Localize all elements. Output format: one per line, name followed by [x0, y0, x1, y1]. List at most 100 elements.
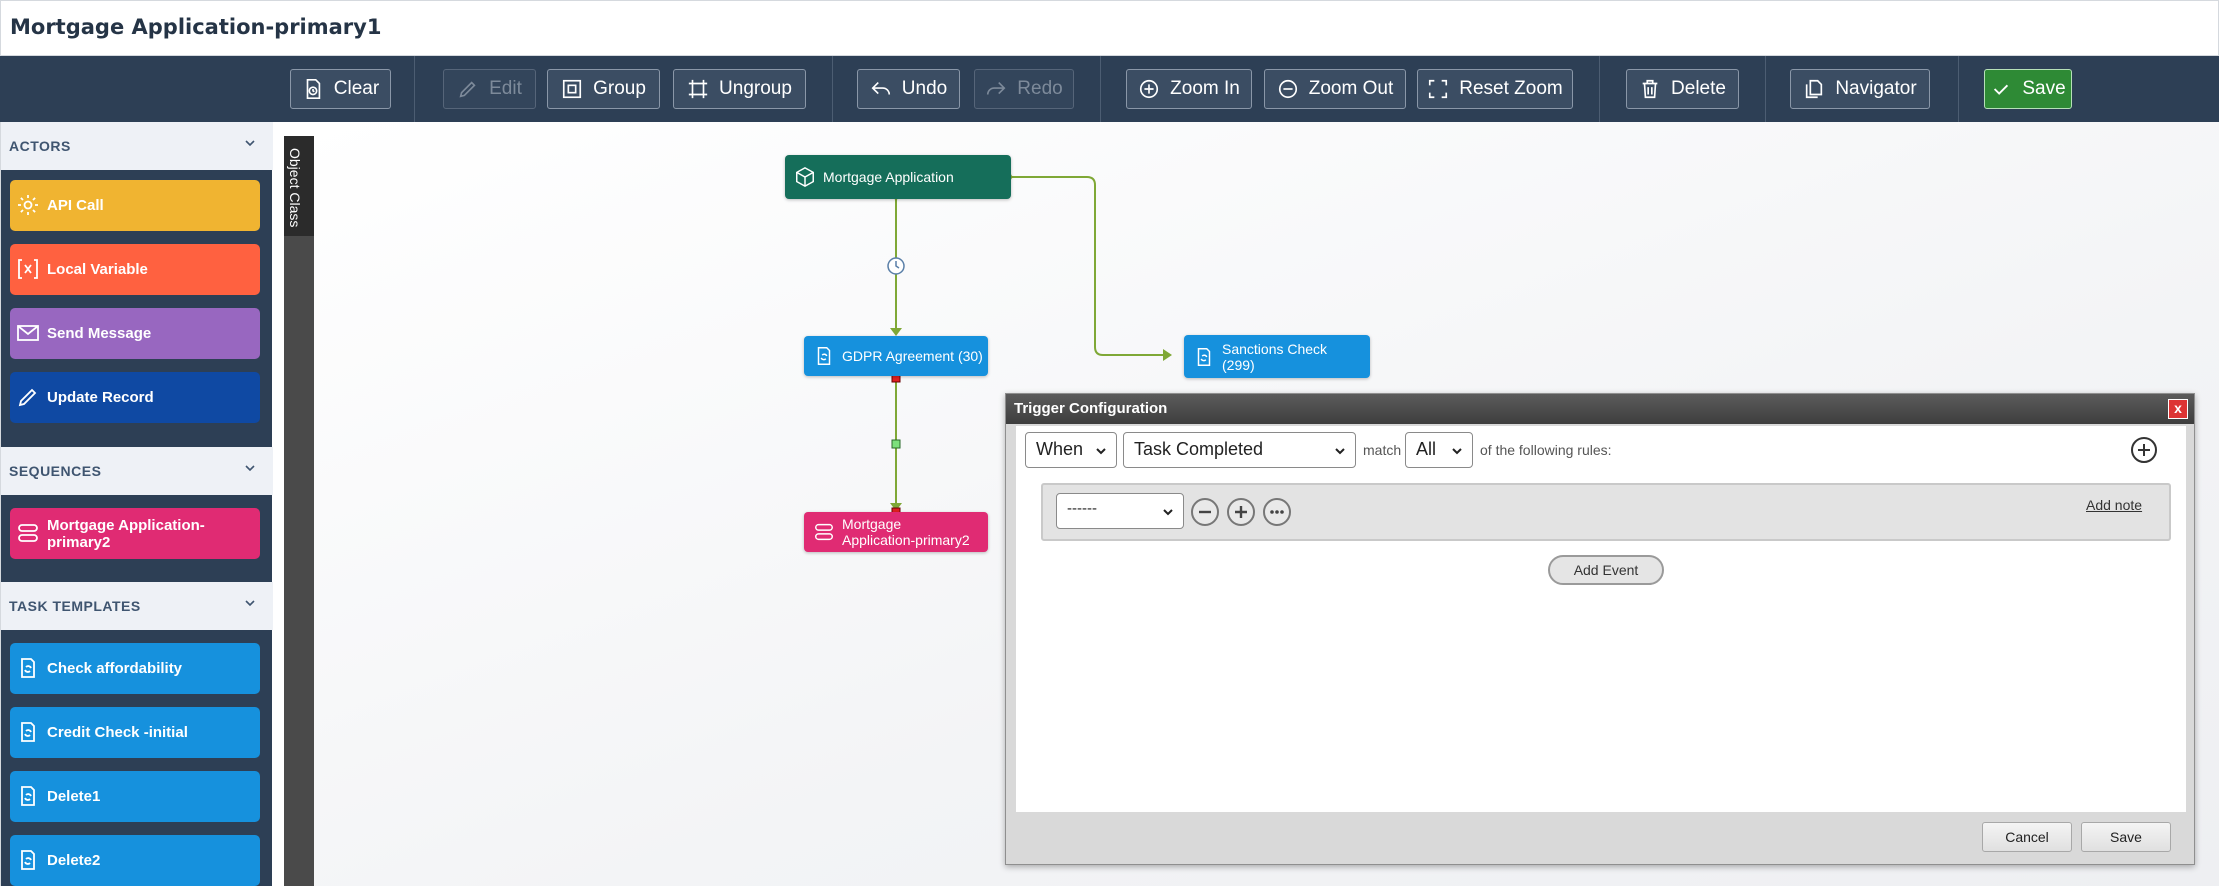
midpoint-handle[interactable] — [891, 439, 901, 449]
when-select-value: When — [1036, 439, 1084, 459]
zoom-in-button[interactable]: Zoom In — [1126, 69, 1252, 109]
save-button[interactable]: Save — [1984, 69, 2072, 109]
actor-api-call-label: API Call — [47, 197, 104, 214]
chevron-down-icon — [1163, 509, 1173, 516]
node-label-line1: Sanctions Check — [1222, 340, 1328, 357]
rule-select-value: ------ — [1067, 500, 1097, 517]
rule-select[interactable]: ------ — [1056, 493, 1184, 529]
task-cycle-icon — [817, 347, 831, 365]
task-check-affordability[interactable]: Check affordability — [10, 643, 260, 694]
task-label: Delete1 — [47, 788, 101, 805]
node-gdpr-agreement[interactable]: GDPR Agreement (30) — [804, 336, 988, 376]
sequence-mortgage-application-primary2[interactable]: Mortgage Application-primary2 — [10, 508, 260, 559]
toolbar: Clear Edit Group Ungroup Undo Redo Zoom … — [0, 56, 2219, 122]
dialog-header[interactable]: Trigger Configuration — [1006, 394, 2194, 424]
actor-api-call[interactable]: API Call — [10, 180, 260, 231]
task-delete2[interactable]: Delete2 — [10, 835, 260, 886]
navigator-label: Navigator — [1835, 78, 1917, 99]
edge-arrowhead — [890, 328, 902, 336]
chevron-down-icon — [245, 465, 255, 472]
actor-send-message[interactable]: Send Message — [10, 308, 260, 359]
dialog-body: When Task Completed match All of the fol… — [1016, 426, 2186, 812]
node-label: Mortgage Application — [823, 169, 954, 185]
actor-local-variable-label: Local Variable — [47, 261, 148, 278]
minus-icon — [1199, 510, 1211, 514]
redo-button[interactable]: Redo — [974, 69, 1074, 109]
actors-section-header[interactable]: ACTORS — [1, 122, 273, 170]
zoom-out-icon — [1278, 79, 1297, 99]
save-label: Save — [2022, 78, 2066, 99]
close-icon[interactable]: x — [2168, 399, 2188, 419]
edge-start-sanctions[interactable] — [1008, 176, 1169, 356]
node-label: Sanctions Check (299) — [1222, 341, 1327, 373]
task-cycle-icon — [1197, 347, 1211, 366]
undo-button[interactable]: Undo — [857, 69, 960, 109]
envelope-icon — [17, 325, 39, 341]
navigator-button[interactable]: Navigator — [1790, 69, 1930, 109]
event-select[interactable]: Task Completed — [1123, 432, 1356, 468]
when-select[interactable]: When — [1025, 432, 1117, 468]
clear-button[interactable]: Clear — [290, 69, 391, 109]
object-class-label: Object Class — [287, 148, 303, 228]
task-credit-check-initial[interactable]: Credit Check -initial — [10, 707, 260, 758]
ellipsis-icon — [1270, 510, 1284, 514]
chevron-down-icon — [1096, 448, 1106, 455]
more-options-button[interactable] — [1263, 498, 1291, 526]
edit-button[interactable]: Edit — [443, 69, 536, 109]
plus-icon — [1235, 506, 1247, 518]
node-mortgage-application[interactable]: Mortgage Application — [785, 155, 1011, 199]
ungroup-button[interactable]: Ungroup — [673, 69, 806, 109]
zoom-in-icon — [1140, 79, 1159, 99]
reset-zoom-button[interactable]: Reset Zoom — [1417, 69, 1573, 109]
undo-label: Undo — [901, 78, 948, 99]
cancel-button[interactable]: Cancel — [1982, 822, 2072, 852]
actor-update-record-label: Update Record — [47, 389, 154, 406]
task-cycle-icon — [21, 786, 35, 806]
remove-rule-button[interactable] — [1191, 498, 1219, 526]
chevron-down-icon — [245, 600, 255, 607]
sequences-section-header[interactable]: SEQUENCES — [1, 447, 273, 495]
group-button[interactable]: Group — [547, 69, 660, 109]
task-templates-section-header[interactable]: TASK TEMPLATES — [1, 582, 273, 630]
object-class-panel[interactable]: Object Class — [284, 136, 314, 886]
pencil-icon — [18, 388, 37, 407]
node-mortgage-application-primary2[interactable]: Mortgage Application-primary2 — [804, 512, 988, 552]
actor-update-record[interactable]: Update Record — [10, 372, 260, 423]
rules-label: of the following rules: — [1480, 442, 1612, 458]
task-templates-title: TASK TEMPLATES — [9, 598, 141, 614]
node-label: GDPR Agreement (30) — [842, 348, 983, 364]
edge-arrowhead — [1163, 349, 1172, 361]
task-cycle-icon — [21, 850, 35, 870]
node-sanctions-check[interactable]: Sanctions Check (299) — [1184, 335, 1370, 378]
node-label-line1: Mortgage — [842, 516, 902, 532]
sidebar: ACTORS API Call Local Variable Send Mess… — [0, 122, 273, 886]
delete-label: Delete — [1671, 78, 1726, 99]
cube-icon — [796, 166, 814, 188]
task-delete1[interactable]: Delete1 — [10, 771, 260, 822]
actor-local-variable[interactable]: Local Variable — [10, 244, 260, 295]
add-rule-icon[interactable] — [2130, 436, 2158, 464]
dialog-title: Trigger Configuration — [1014, 400, 1168, 417]
add-note-link[interactable]: Add note — [2086, 497, 2142, 513]
task-label: Credit Check -initial — [47, 724, 188, 741]
undo-icon — [871, 81, 890, 95]
match-select[interactable]: All — [1405, 432, 1473, 468]
clear-label: Clear — [333, 78, 380, 99]
variable-icon — [18, 259, 38, 279]
delete-button[interactable]: Delete — [1626, 69, 1739, 109]
sequence-icon — [18, 524, 38, 542]
match-label: match — [1363, 442, 1402, 458]
match-select-value: All — [1416, 439, 1437, 459]
title-bar: Mortgage Application-primary1 — [0, 0, 2219, 56]
check-icon — [1994, 84, 2009, 95]
dialog-save-button[interactable]: Save — [2081, 822, 2171, 852]
page-title: Mortgage Application-primary1 — [10, 15, 382, 39]
ungroup-icon — [688, 79, 708, 99]
redo-label: Redo — [1017, 78, 1063, 99]
group-label: Group — [593, 78, 646, 99]
add-condition-button[interactable] — [1227, 498, 1255, 526]
add-event-button[interactable]: Add Event — [1548, 555, 1664, 585]
rule-row: ------ Add note — [1041, 483, 2171, 541]
task-cycle-icon — [21, 722, 35, 742]
zoom-out-button[interactable]: Zoom Out — [1264, 69, 1406, 109]
